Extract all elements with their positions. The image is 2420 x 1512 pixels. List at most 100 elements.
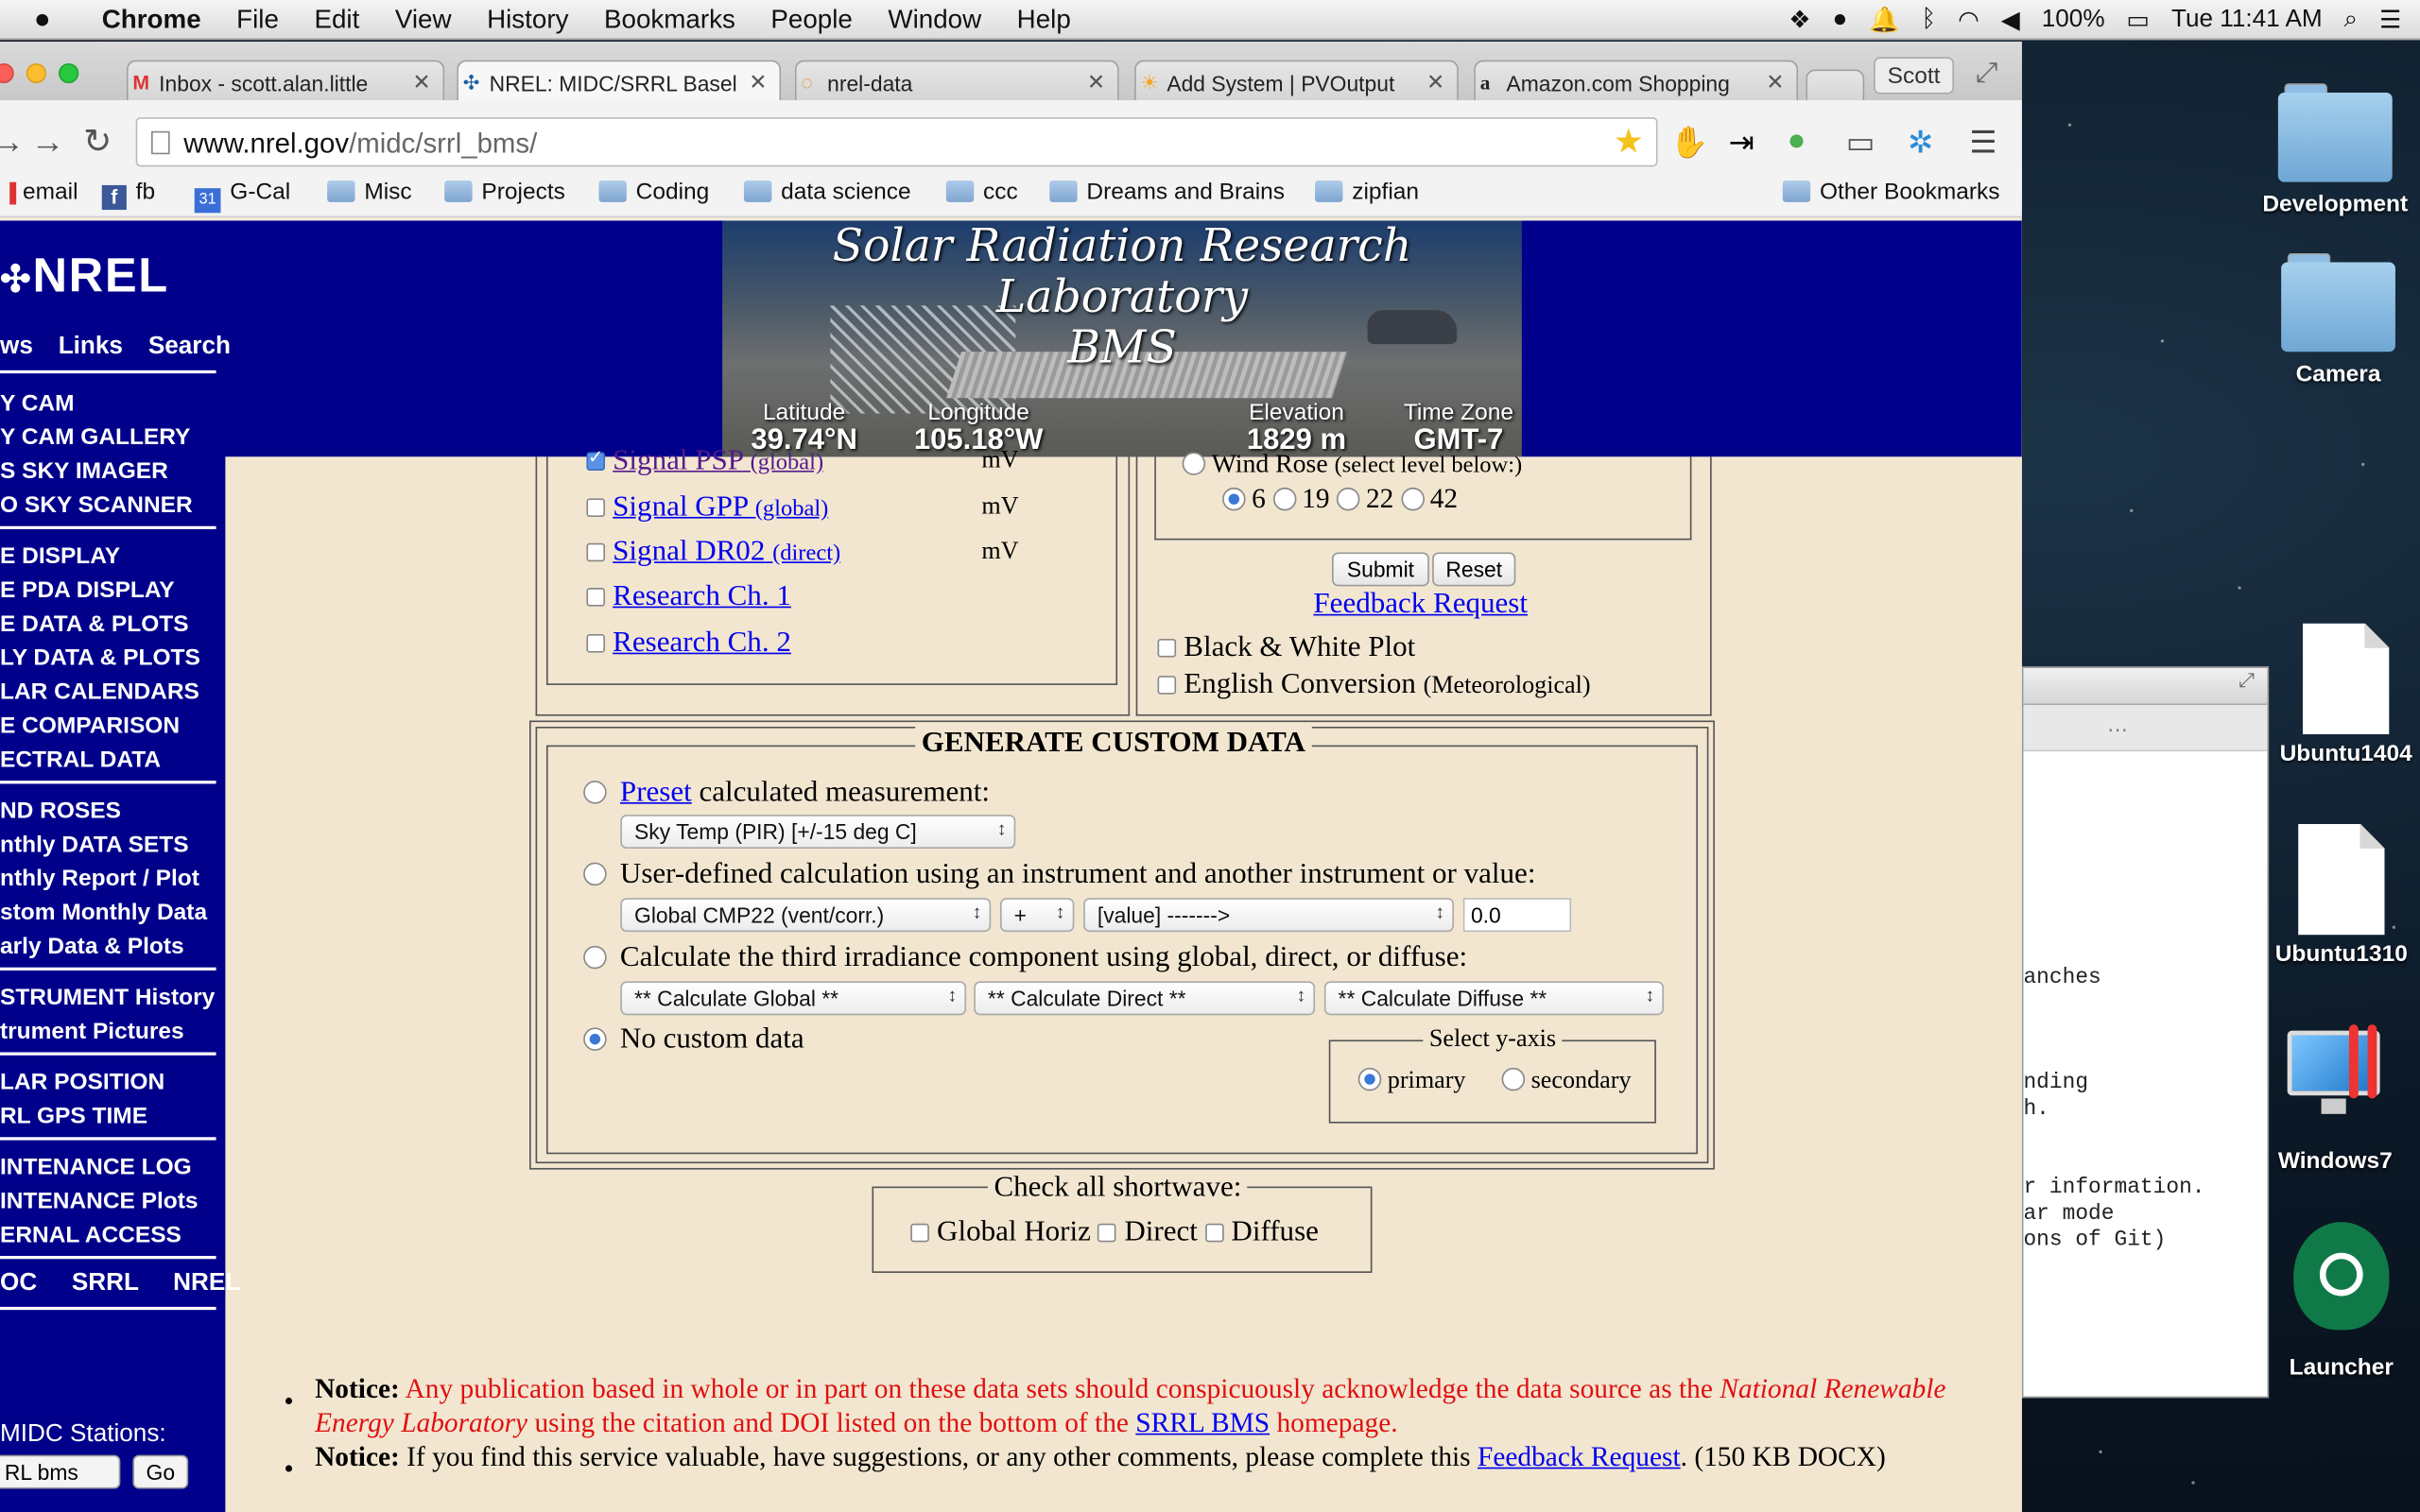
bookmark-star-icon[interactable]: ★ <box>1614 122 1644 162</box>
new-tab-button[interactable] <box>1806 69 1865 104</box>
desktop-icon-ubuntu1310[interactable]: Ubuntu1310 <box>2264 823 2418 968</box>
bookmark-other[interactable]: Other Bookmarks <box>1782 179 2000 205</box>
tab-nrel-data[interactable]: ◌ nrel-data ✕ <box>794 60 1119 104</box>
go-button[interactable]: Go <box>132 1454 189 1489</box>
sidebar-item[interactable]: E PDA DISPLAY <box>0 577 175 604</box>
signal-link[interactable]: Research Ch. 1 <box>613 580 791 612</box>
bookmark-folder-coding[interactable]: Coding <box>598 179 709 205</box>
sidebar-item[interactable]: ERNAL ACCESS <box>0 1222 182 1248</box>
adblock-icon[interactable]: ✋ <box>1670 124 1709 163</box>
menu-history[interactable]: History <box>487 4 568 35</box>
bookmark-folder-misc[interactable]: Misc <box>327 179 412 205</box>
sidebar-item[interactable]: trument Pictures <box>0 1019 184 1045</box>
checkbox[interactable] <box>586 498 606 517</box>
bookmark-folder-dreams[interactable]: Dreams and Brains <box>1049 179 1285 205</box>
checkbox[interactable] <box>586 588 606 607</box>
bookmark-fb[interactable]: f fb <box>101 179 155 211</box>
wind-rose-radio[interactable] <box>1182 452 1206 475</box>
wind-rose-option[interactable]: Wind Rose (select level below:) <box>1182 449 1522 480</box>
sidebar-item[interactable]: RL GPS TIME <box>0 1103 147 1129</box>
global-horiz-checkbox[interactable]: Global Horiz <box>910 1216 1091 1248</box>
bookmark-folder-ccc[interactable]: ccc <box>945 179 1018 205</box>
menu-view[interactable]: View <box>395 4 452 35</box>
y-axis-primary[interactable]: primary <box>1357 1067 1466 1095</box>
reload-icon[interactable]: ↻ <box>83 122 112 162</box>
sidebar-item[interactable]: stom Monthly Data <box>0 900 207 926</box>
desktop-icon-windows7[interactable]: Windows7 <box>2258 1024 2412 1174</box>
battery-icon[interactable]: ▭ <box>2126 5 2150 36</box>
menu-help[interactable]: Help <box>1017 4 1071 35</box>
y-axis-secondary[interactable]: secondary <box>1501 1067 1632 1095</box>
menu-file[interactable]: File <box>236 4 279 35</box>
terminal-window[interactable]: ⤢ … anches nding h. r information. ar mo… <box>2021 666 2270 1399</box>
sidebar-link-midc[interactable]: OC <box>0 1270 37 1297</box>
sidebar-item[interactable]: E DATA & PLOTS <box>0 611 189 638</box>
menu-app-name[interactable]: Chrome <box>102 4 201 35</box>
bw-plot-option[interactable]: Black & White Plot <box>1157 631 1415 665</box>
nrel-logo[interactable]: ✣NREL <box>0 249 169 304</box>
sidebar-item[interactable]: E DISPLAY <box>0 543 120 570</box>
tab-pvoutput[interactable]: ☀ Add System | PVOutput ✕ <box>1134 60 1459 104</box>
operator-select[interactable]: + <box>999 898 1075 933</box>
network-icon[interactable]: ✲ <box>1908 124 1933 163</box>
notification-bell-icon[interactable]: 🔔 <box>1869 5 1900 36</box>
sidebar-item[interactable]: E COMPARISON <box>0 713 180 739</box>
value-select[interactable]: [value] -------> <box>1083 898 1455 933</box>
sidebar-link-news[interactable]: ws <box>0 334 33 360</box>
spotlight-search-icon[interactable]: ⌕ <box>2344 7 2359 34</box>
signal-option[interactable]: Signal DR02 (direct) <box>586 536 840 570</box>
preset-link[interactable]: Preset <box>620 776 692 808</box>
evernote-icon[interactable]: ● <box>1788 124 1806 160</box>
sidebar-item[interactable]: Y CAM GALLERY <box>0 424 190 451</box>
sidebar-item[interactable]: ECTRAL DATA <box>0 747 161 773</box>
sidebar-item[interactable]: LAR POSITION <box>0 1069 164 1095</box>
apple-icon[interactable]: ● <box>34 3 71 35</box>
level-22[interactable]: 22 <box>1336 483 1393 514</box>
checkbox[interactable] <box>586 542 606 562</box>
sidebar-item[interactable]: STRUMENT History <box>0 985 215 1011</box>
address-bar[interactable]: www.nrel.gov/midc/srrl_bms/ ★ <box>135 117 1658 167</box>
signal-option[interactable]: Research Ch. 1 <box>586 580 791 614</box>
sidebar-item[interactable]: S SKY IMAGER <box>0 458 168 485</box>
calc-diffuse-select[interactable]: ** Calculate Diffuse ** <box>1323 981 1665 1016</box>
signal-link[interactable]: Research Ch. 2 <box>613 627 791 659</box>
calc-direct-select[interactable]: ** Calculate Direct ** <box>974 981 1316 1016</box>
tab-gmail[interactable]: M Inbox - scott.alan.little ✕ <box>126 60 445 104</box>
menubar-clock[interactable]: Tue 11:41 AM <box>2171 7 2323 34</box>
level-42[interactable]: 42 <box>1400 483 1458 514</box>
signal-option[interactable]: Signal PSP (global) <box>586 444 823 478</box>
level-6[interactable]: 6 <box>1222 483 1266 514</box>
direct-checkbox[interactable]: Direct <box>1098 1216 1198 1248</box>
sidebar-item[interactable]: ND ROSES <box>0 798 121 824</box>
bookmark-folder-projects[interactable]: Projects <box>444 179 565 205</box>
level-19[interactable]: 19 <box>1272 483 1330 514</box>
sidebar-link-srrl[interactable]: SRRL <box>72 1270 139 1297</box>
desktop-icon-ubuntu1404[interactable]: Ubuntu1404 <box>2269 623 2420 766</box>
desktop-icon-launcher[interactable]: Launcher <box>2264 1222 2418 1381</box>
tab-amazon[interactable]: a Amazon.com Shopping ✕ <box>1474 60 1799 104</box>
signal-link[interactable]: Signal PSP (global) <box>613 444 823 476</box>
sidebar-item[interactable]: Y CAM <box>0 390 74 417</box>
minimize-window-icon[interactable] <box>26 62 46 84</box>
diffuse-checkbox[interactable]: Diffuse <box>1204 1216 1319 1248</box>
user-defined-option[interactable]: User-defined calculation using an instru… <box>583 858 1535 892</box>
srrl-bms-link[interactable]: SRRL BMS <box>1135 1407 1270 1438</box>
signal-link[interactable]: Signal DR02 (direct) <box>613 536 840 568</box>
expand-icon[interactable]: ⤢ <box>2023 667 2268 706</box>
notification-center-icon[interactable]: ☰ <box>2379 5 2401 36</box>
signal-link[interactable]: Signal GPP (global) <box>613 490 828 523</box>
bookmark-gcal[interactable]: 31 G-Cal <box>194 179 290 214</box>
sidebar-item[interactable]: INTENANCE LOG <box>0 1154 192 1180</box>
tab-nrel[interactable]: ✣ NREL: MIDC/SRRL Basel ✕ <box>457 60 782 104</box>
third-component-option[interactable]: Calculate the third irradiance component… <box>583 941 1467 975</box>
desktop-icon-camera[interactable]: Camera <box>2261 252 2415 387</box>
cast-icon[interactable]: ▭ <box>1846 124 1876 163</box>
close-tab-icon[interactable]: ✕ <box>749 69 767 95</box>
submit-button[interactable]: Submit <box>1332 552 1429 587</box>
close-tab-icon[interactable]: ✕ <box>412 69 430 95</box>
bluetooth-icon[interactable]: ᛒ <box>1922 7 1937 34</box>
forward-arrow-icon[interactable]: → <box>31 122 65 162</box>
english-conversion-option[interactable]: English Conversion (Meteorological) <box>1157 668 1591 702</box>
bookmark-folder-zipfian[interactable]: zipfian <box>1315 179 1419 205</box>
calc-global-select[interactable]: ** Calculate Global ** <box>620 981 967 1016</box>
